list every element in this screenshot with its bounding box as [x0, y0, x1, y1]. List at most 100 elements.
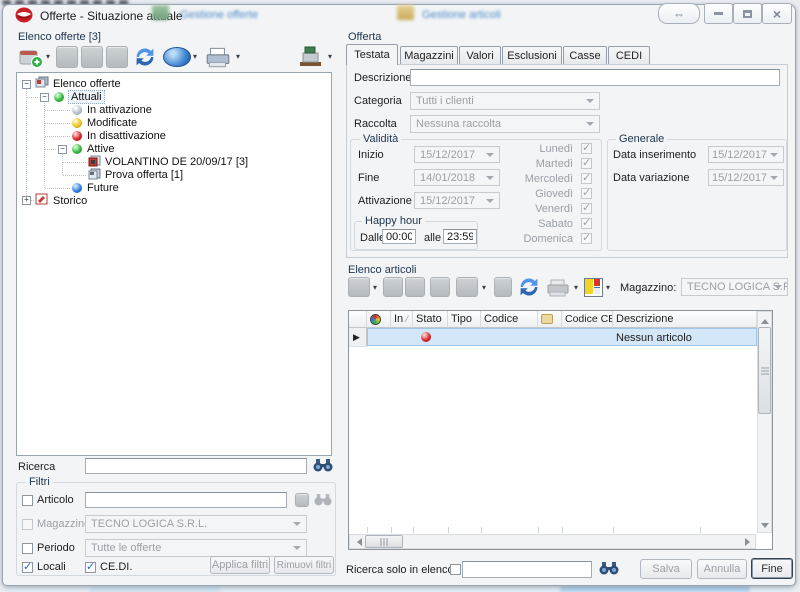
web-icon[interactable] — [163, 47, 191, 67]
article-lookup-icon — [295, 493, 309, 507]
magazzino-checkbox — [22, 519, 33, 530]
storico-icon — [35, 193, 48, 205]
cedi-checkbox[interactable] — [85, 562, 96, 573]
footer-binoculars-icon[interactable] — [599, 561, 619, 576]
articolo-checkbox[interactable] — [22, 495, 33, 506]
tree-expander-storico[interactable]: + — [22, 196, 31, 205]
footer-search-input[interactable] — [462, 561, 592, 578]
articles-magazzino-select: TECNO LOGICA S.R.L. — [681, 278, 788, 296]
data-inserimento-label: Data inserimento — [613, 149, 696, 162]
grid-codice-header[interactable]: Codice — [481, 311, 538, 328]
delete-offer-icon — [81, 46, 103, 68]
articolo-label: Articolo — [37, 494, 74, 507]
tree-expander-attive[interactable]: − — [58, 145, 67, 154]
h-scrollbar-thumb[interactable] — [365, 535, 403, 548]
web-caret-icon[interactable]: ▾ — [193, 53, 197, 61]
articolo-input[interactable] — [85, 492, 287, 508]
legend-colors-caret-icon[interactable]: ▾ — [606, 284, 610, 292]
scroll-right-icon[interactable] — [745, 538, 754, 546]
tree-item-attive[interactable]: Attive — [87, 143, 115, 155]
binoculars-icon[interactable] — [313, 458, 333, 473]
tree-item-volantino[interactable]: VOLANTINO DE 20/09/17 [3] — [105, 156, 248, 168]
copy-offer-icon — [106, 46, 128, 68]
close-button[interactable]: × — [762, 3, 792, 24]
tree-item-modificate[interactable]: Modificate — [87, 117, 137, 129]
validita-legend: Validità — [360, 133, 401, 145]
search-input[interactable] — [85, 458, 307, 474]
tree-line — [63, 175, 86, 176]
scroll-down-icon[interactable] — [761, 523, 769, 532]
color-ball-icon — [370, 314, 381, 325]
h-scrollbar[interactable] — [349, 534, 756, 549]
footer-search-checkbox[interactable] — [450, 564, 461, 575]
day-domenica-checkbox — [581, 233, 592, 244]
cash-register-icon[interactable] — [296, 44, 324, 68]
apply-filters-button[interactable]: Applica filtri — [210, 556, 270, 574]
tree-item-future[interactable]: Future — [87, 182, 119, 194]
grid-codice-cedi-header[interactable]: Codice CEDI — [562, 311, 613, 328]
tree-item-elenco-offerte[interactable]: Elenco offerte — [53, 78, 121, 90]
tab-esclusioni[interactable]: Esclusioni — [502, 46, 562, 64]
day-giovedi-checkbox — [581, 188, 592, 199]
tree-item-prova-offerta[interactable]: Prova offerta [1] — [105, 169, 183, 181]
grid-column-tick — [562, 527, 563, 533]
periodo-select: Tutte le offerte — [85, 539, 307, 557]
day-sabato: Sabato — [505, 218, 573, 231]
alle-input[interactable] — [443, 229, 477, 244]
dalle-input[interactable] — [382, 229, 416, 244]
grid-tipo-header[interactable]: Tipo — [448, 311, 481, 328]
tree-item-in-disattivazione[interactable]: In disattivazione — [87, 130, 166, 142]
compare-window-button[interactable]: ⇔ — [658, 3, 700, 24]
background-tab-offerte-icon — [152, 5, 169, 20]
print-icon[interactable] — [204, 46, 232, 68]
tab-casse[interactable]: Casse — [563, 46, 607, 64]
day-venerdi: Venerdì — [505, 203, 573, 216]
scroll-up-icon[interactable] — [761, 315, 769, 324]
binoculars-disabled-icon — [314, 493, 332, 507]
locali-checkbox[interactable] — [22, 562, 33, 573]
tab-cedi[interactable]: CEDI — [608, 46, 650, 64]
cash-register-caret-icon[interactable]: ▾ — [328, 53, 332, 61]
tree-item-attuali[interactable]: Attuali — [70, 91, 103, 103]
article-tools-caret-icon: ▾ — [482, 284, 486, 292]
grid-descrizione-header[interactable]: Descrizione — [613, 311, 757, 328]
tab-magazzini[interactable]: Magazzini — [400, 46, 458, 64]
grid-in-header[interactable]: In ⁄ — [391, 311, 413, 328]
descrizione-label: Descrizione — [354, 72, 411, 85]
grid-stato-header[interactable]: Stato — [413, 311, 448, 328]
magazzino-select: TECNO LOGICA S.R.L. — [85, 515, 307, 533]
save-button[interactable]: Salva — [640, 559, 692, 579]
fine-button[interactable]: Fine — [751, 558, 793, 579]
maximize-icon — [743, 10, 752, 18]
locali-label: Locali — [37, 561, 66, 574]
new-offer-icon[interactable] — [18, 45, 44, 69]
tab-valori[interactable]: Valori — [459, 46, 501, 64]
cancel-button[interactable]: Annulla — [697, 559, 747, 579]
footer-search-label: Ricerca solo in elenco — [346, 564, 454, 577]
tree-expander-attuali[interactable]: − — [40, 93, 49, 102]
scroll-left-icon[interactable] — [353, 538, 362, 546]
tree-line — [45, 136, 70, 137]
articles-group-label: Elenco articoli — [348, 264, 416, 276]
remove-filters-button[interactable]: Rimuovi filtri — [274, 556, 334, 574]
offers-tree — [16, 72, 332, 456]
periodo-checkbox[interactable] — [22, 543, 33, 554]
minimize-button[interactable] — [704, 3, 733, 24]
descrizione-input[interactable] — [410, 69, 780, 86]
refresh-icon[interactable] — [133, 45, 157, 69]
new-offer-caret-icon[interactable]: ▾ — [46, 53, 50, 61]
maximize-button[interactable] — [733, 3, 762, 24]
articles-refresh-icon[interactable] — [517, 275, 541, 299]
tree-item-storico[interactable]: Storico — [53, 195, 87, 207]
tree-item-in-attivazione[interactable]: In attivazione — [87, 104, 152, 116]
legend-colors-icon[interactable] — [584, 278, 603, 297]
v-scrollbar-thumb[interactable] — [758, 327, 771, 414]
day-martedi: Martedì — [505, 158, 573, 171]
grid-column-tick — [613, 527, 614, 533]
day-domenica: Domenica — [505, 233, 573, 246]
print-caret-icon[interactable]: ▾ — [236, 53, 240, 61]
day-lunedi-checkbox — [581, 143, 592, 154]
tree-expander-root[interactable]: − — [22, 80, 31, 89]
tab-testata[interactable]: Testata — [346, 44, 398, 65]
background-tab-articoli: Gestione articoli — [422, 9, 501, 21]
